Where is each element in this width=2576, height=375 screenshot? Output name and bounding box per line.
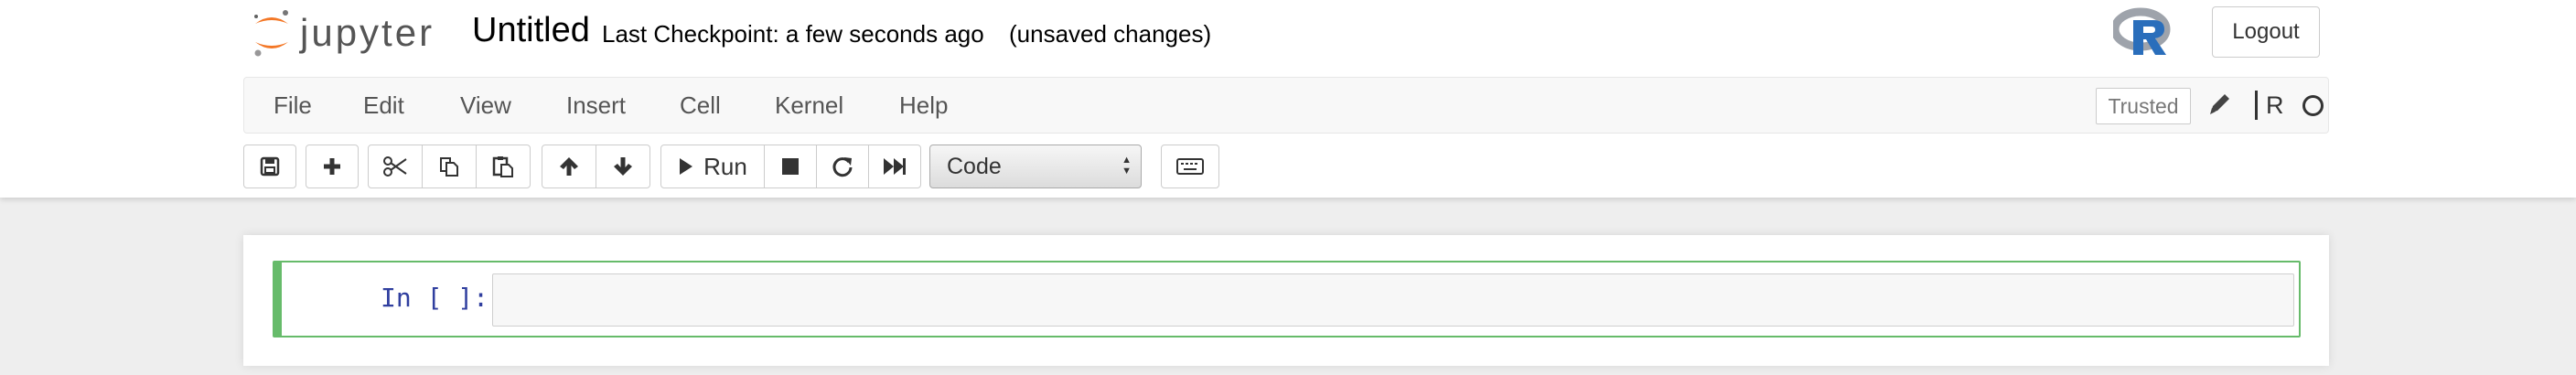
pencil-icon[interactable] [2207,91,2233,123]
copy-button[interactable] [422,145,477,188]
kernel-idle-icon [2302,95,2324,116]
menu-insert[interactable]: Insert [566,78,626,133]
stop-icon [782,158,799,175]
run-label: Run [703,152,747,180]
notebook-name[interactable]: Untitled [472,11,590,50]
command-palette-button[interactable] [1161,145,1219,188]
checkpoint-status: Last Checkpoint: a few seconds ago [602,20,984,48]
cut-icon [383,156,407,177]
menubar: File Edit View Insert Cell Kernel Help T… [243,77,2329,134]
trusted-indicator[interactable]: Trusted [2096,88,2191,124]
fast-forward-icon [884,158,906,175]
code-cell[interactable]: In [ ]: [273,261,2301,338]
insert-cell-button[interactable] [306,145,359,188]
keyboard-icon [1176,158,1204,175]
move-up-button[interactable] [542,145,596,188]
restart-icon [832,157,853,177]
paste-button[interactable] [476,145,531,188]
copy-icon [440,157,458,177]
jupyter-logo-icon [254,10,288,57]
menu-edit[interactable]: Edit [363,78,404,133]
arrow-up-icon [560,157,578,176]
save-icon [260,156,280,177]
logo-text: jupyter [300,11,435,54]
header: jupyter Untitled Last Checkpoint: a few … [0,0,2576,198]
cut-button[interactable] [368,145,423,188]
menu-help[interactable]: Help [899,78,948,133]
save-button[interactable] [243,145,296,188]
code-input[interactable] [492,273,2294,327]
jupyter-logo[interactable]: jupyter [251,5,435,60]
cell-type-value: Code [947,154,1002,179]
run-icon [680,158,693,175]
cell-type-select[interactable]: Code ▲ ▼ [929,145,1142,188]
chevron-updown-icon: ▲ ▼ [1122,155,1132,177]
logout-button[interactable]: Logout [2212,6,2320,58]
kernel-indicator-divider [2255,91,2258,120]
menu-view[interactable]: View [460,78,511,133]
run-button[interactable]: Run [660,145,765,188]
plus-icon [324,158,340,175]
kernel-name: R [2266,91,2284,119]
menu-file[interactable]: File [274,78,312,133]
autosave-status: (unsaved changes) [1009,20,1212,48]
r-logo-icon [2110,7,2174,61]
restart-run-all-button[interactable] [868,145,921,188]
move-down-button[interactable] [596,145,650,188]
menu-kernel[interactable]: Kernel [775,78,843,133]
interrupt-button[interactable] [764,145,817,188]
restart-button[interactable] [816,145,869,188]
notebook-container: In [ ]: [243,235,2329,366]
menu-cell[interactable]: Cell [680,78,721,133]
input-prompt: In [ ]: [381,283,489,313]
paste-icon [492,156,513,177]
arrow-down-icon [614,157,632,176]
